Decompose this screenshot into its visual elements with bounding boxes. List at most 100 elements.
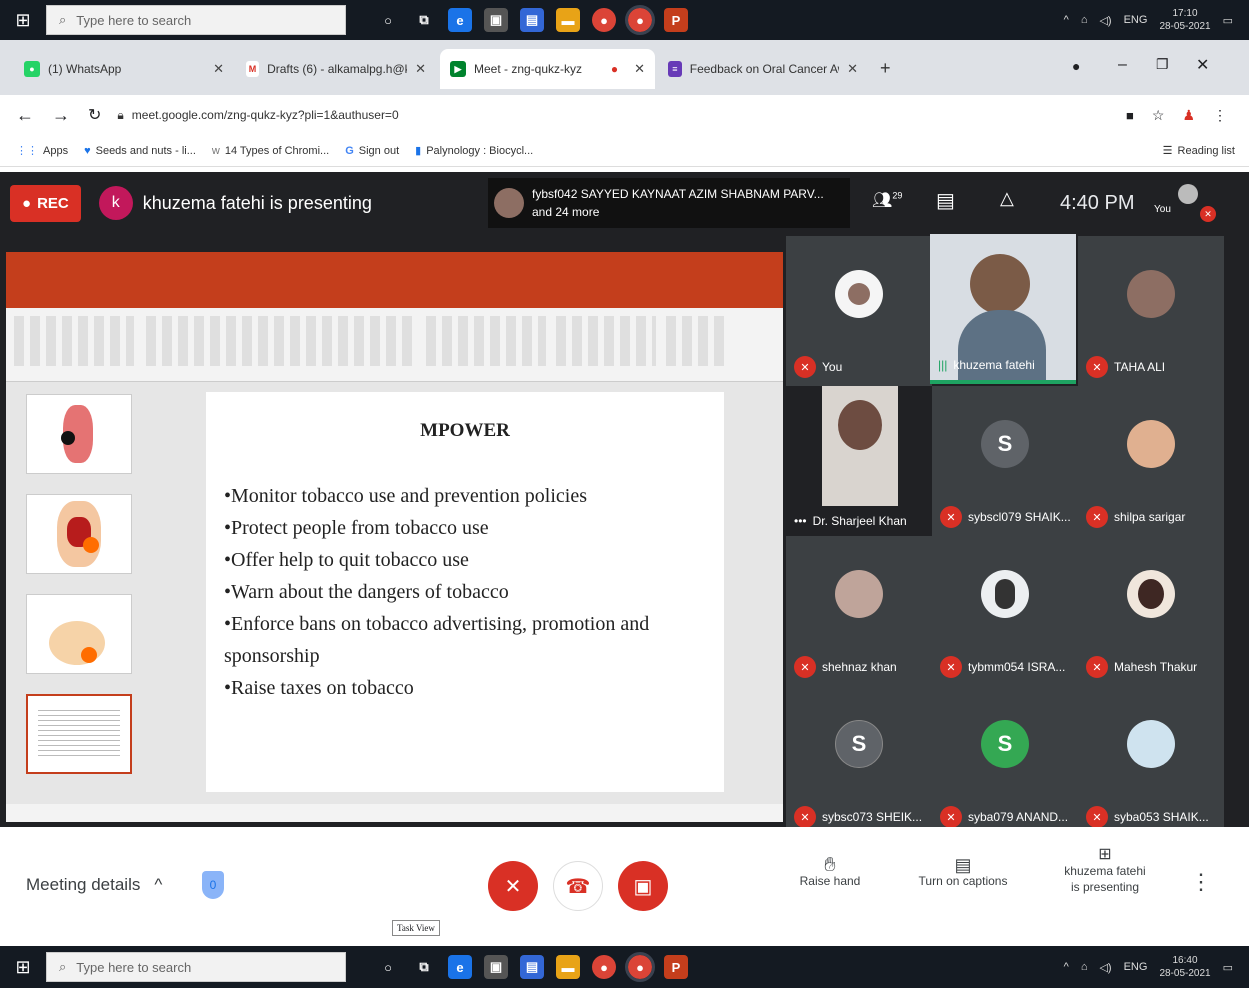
rec-dot-icon: ● [22,194,32,212]
participant-tile[interactable]: ✕ shehnaz khan [786,536,932,686]
bookmark-palynology[interactable]: ▮ Palynology : Biocycl... [415,144,533,158]
participant-tile[interactable]: ✕ TAHA ALI [1078,236,1224,386]
participant-tile[interactable]: ✕ tybmm054 ISRA... [932,536,1078,686]
extension-icon[interactable]: ♟ [1182,107,1195,124]
shield-icon[interactable]: 0 [202,871,224,899]
camera-off-icon: ▣ [633,875,653,898]
meeting-details-button[interactable]: Meeting details ^ [26,875,162,895]
window-close-icon[interactable]: ✕ [1196,55,1209,75]
chat-icon[interactable]: ▤ [936,188,955,213]
reload-icon[interactable]: ↻ [88,105,101,125]
taskbar-search-box[interactable]: ⌕ Type here to search [46,5,346,35]
participant-tile[interactable]: ✕ Mahesh Thakur [1078,536,1224,686]
minimize-icon[interactable]: – [1118,56,1127,74]
cortana-icon[interactable]: ○ [376,955,400,979]
bookmark-types[interactable]: w 14 Types of Chromi... [212,145,329,157]
clock[interactable]: 16:40 28-05-2021 [1159,954,1210,980]
close-icon[interactable]: ✕ [847,61,858,77]
participant-tile[interactable]: S ✕ syba079 ANAND... [932,686,1078,836]
participant-tile[interactable]: ••• Dr. Sharjeel Khan [786,386,932,536]
chrome-icon[interactable]: ● [592,955,616,979]
close-icon[interactable]: ✕ [634,61,645,77]
slide-thumbnail[interactable] [26,594,132,674]
active-participants-chip[interactable]: fybsf042 SAYYED KAYNAAT AZIM SHABNAM PAR… [488,178,850,228]
language-indicator[interactable]: ENG [1124,14,1148,26]
calculator-icon[interactable]: ▤ [520,955,544,979]
muted-mic-icon: ✕ [1086,806,1108,828]
bookmark-star-icon[interactable]: ☆ [1152,107,1165,124]
notification-icon[interactable]: ▭ [1223,14,1233,27]
more-options-icon[interactable]: ⋮ [1190,869,1212,895]
volume-icon[interactable]: ◁) [1099,14,1111,27]
cortana-icon[interactable]: ○ [376,8,400,32]
self-avatar [1178,184,1198,204]
initial-avatar: S [981,420,1029,468]
file-explorer-icon[interactable]: ▬ [556,8,580,32]
raise-hand-button[interactable]: ✋︎ Raise hand [790,855,870,889]
powerpoint-icon[interactable]: P [664,955,688,979]
leave-call-button[interactable]: ☎ [553,861,603,911]
tab-whatsapp[interactable]: ● (1) WhatsApp ✕ [14,49,234,89]
tray-arrow-icon[interactable]: ^ [1064,14,1069,26]
close-icon[interactable]: ✕ [415,61,426,77]
self-preview[interactable]: You ✕ [1154,184,1216,226]
tray-arrow-icon[interactable]: ^ [1064,961,1069,973]
presenting-button[interactable]: ⊞ khuzema fatehi is presenting [1050,847,1160,895]
slide-thumbnail[interactable] [26,494,132,574]
store-icon[interactable]: ▣ [484,8,508,32]
participant-tile[interactable]: ✕ syba053 SHAIK... [1078,686,1224,836]
profile-icon[interactable]: ● [1072,58,1080,74]
calculator-icon[interactable]: ▤ [520,8,544,32]
forward-icon[interactable]: → [52,105,70,126]
notification-icon[interactable]: ▭ [1223,961,1233,974]
maximize-icon[interactable]: ❐ [1156,56,1169,73]
camera-permission-icon[interactable]: ■ [1126,108,1134,123]
bookmark-signout[interactable]: G Sign out [345,145,399,157]
windows-start-icon[interactable]: ⊞ [0,0,46,40]
bookmark-apps[interactable]: ⋮⋮ Apps [16,144,68,158]
taskbar-search-box[interactable]: ⌕ Type here to search [46,952,346,982]
more-options-icon[interactable]: ••• [794,514,807,528]
address-bar-row: ← → ↻ 🔒︎ meet.google.com/zng-qukz-kyz?pl… [0,95,1249,135]
network-icon[interactable]: ⌂ [1081,961,1088,973]
tab-gmail[interactable]: M Drafts (6) - alkamalpg.h@kncssci ✕ [236,49,436,89]
activities-icon[interactable]: △ [1000,188,1014,209]
url-field[interactable]: 🔒︎ meet.google.com/zng-qukz-kyz?pli=1&au… [117,100,1126,130]
chrome-icon[interactable]: ● [592,8,616,32]
task-view-tooltip: Task View [392,920,440,936]
participant-tile[interactable]: S ✕ sybscl079 SHAIK... [932,386,1078,536]
edge-icon[interactable]: e [448,8,472,32]
store-icon[interactable]: ▣ [484,955,508,979]
file-explorer-icon[interactable]: ▬ [556,955,580,979]
close-icon[interactable]: ✕ [213,61,224,77]
language-indicator[interactable]: ENG [1124,961,1148,973]
task-view-icon[interactable]: ⧉ [412,955,436,979]
windows-start-icon[interactable]: ⊞ [0,947,46,987]
reading-list[interactable]: ☰ Reading list [1163,144,1235,158]
chrome-active-icon[interactable]: ● [625,952,655,982]
tab-meet[interactable]: ▶ Meet - zng-qukz-kyz ● ✕ [440,49,655,89]
presenter-avatar: k [98,186,133,220]
mic-off-button[interactable]: ✕ [488,861,538,911]
powerpoint-icon[interactable]: P [664,8,688,32]
task-view-icon[interactable]: ⧉ [412,8,436,32]
network-icon[interactable]: ⌂ [1081,14,1088,26]
participant-tile[interactable]: S ✕ sybsc073 SHEIK... [786,686,932,836]
people-icon[interactable]: 👥︎29 [872,190,902,210]
chrome-active-icon[interactable]: ● [625,5,655,35]
participant-tile-speaking[interactable]: ||| khuzema fatehi [930,234,1076,384]
edge-icon[interactable]: e [448,955,472,979]
slide-thumbnail-selected[interactable] [26,694,132,774]
camera-off-button[interactable]: ▣ [618,861,668,911]
menu-kebab-icon[interactable]: ⋮ [1213,107,1227,124]
captions-button[interactable]: ▤ Turn on captions [908,856,1018,889]
new-tab-icon[interactable]: + [880,58,891,79]
tab-forms[interactable]: ≡ Feedback on Oral Cancer Aware ✕ [658,49,868,89]
volume-icon[interactable]: ◁) [1099,961,1111,974]
clock[interactable]: 17:10 28-05-2021 [1159,7,1210,33]
participant-tile[interactable]: ✕ shilpa sarigar [1078,386,1224,536]
bookmark-seeds[interactable]: ♥ Seeds and nuts - li... [84,145,196,157]
participant-tile[interactable]: ✕ You [786,236,932,386]
slide-thumbnail[interactable] [26,394,132,474]
back-icon[interactable]: ← [16,105,34,126]
